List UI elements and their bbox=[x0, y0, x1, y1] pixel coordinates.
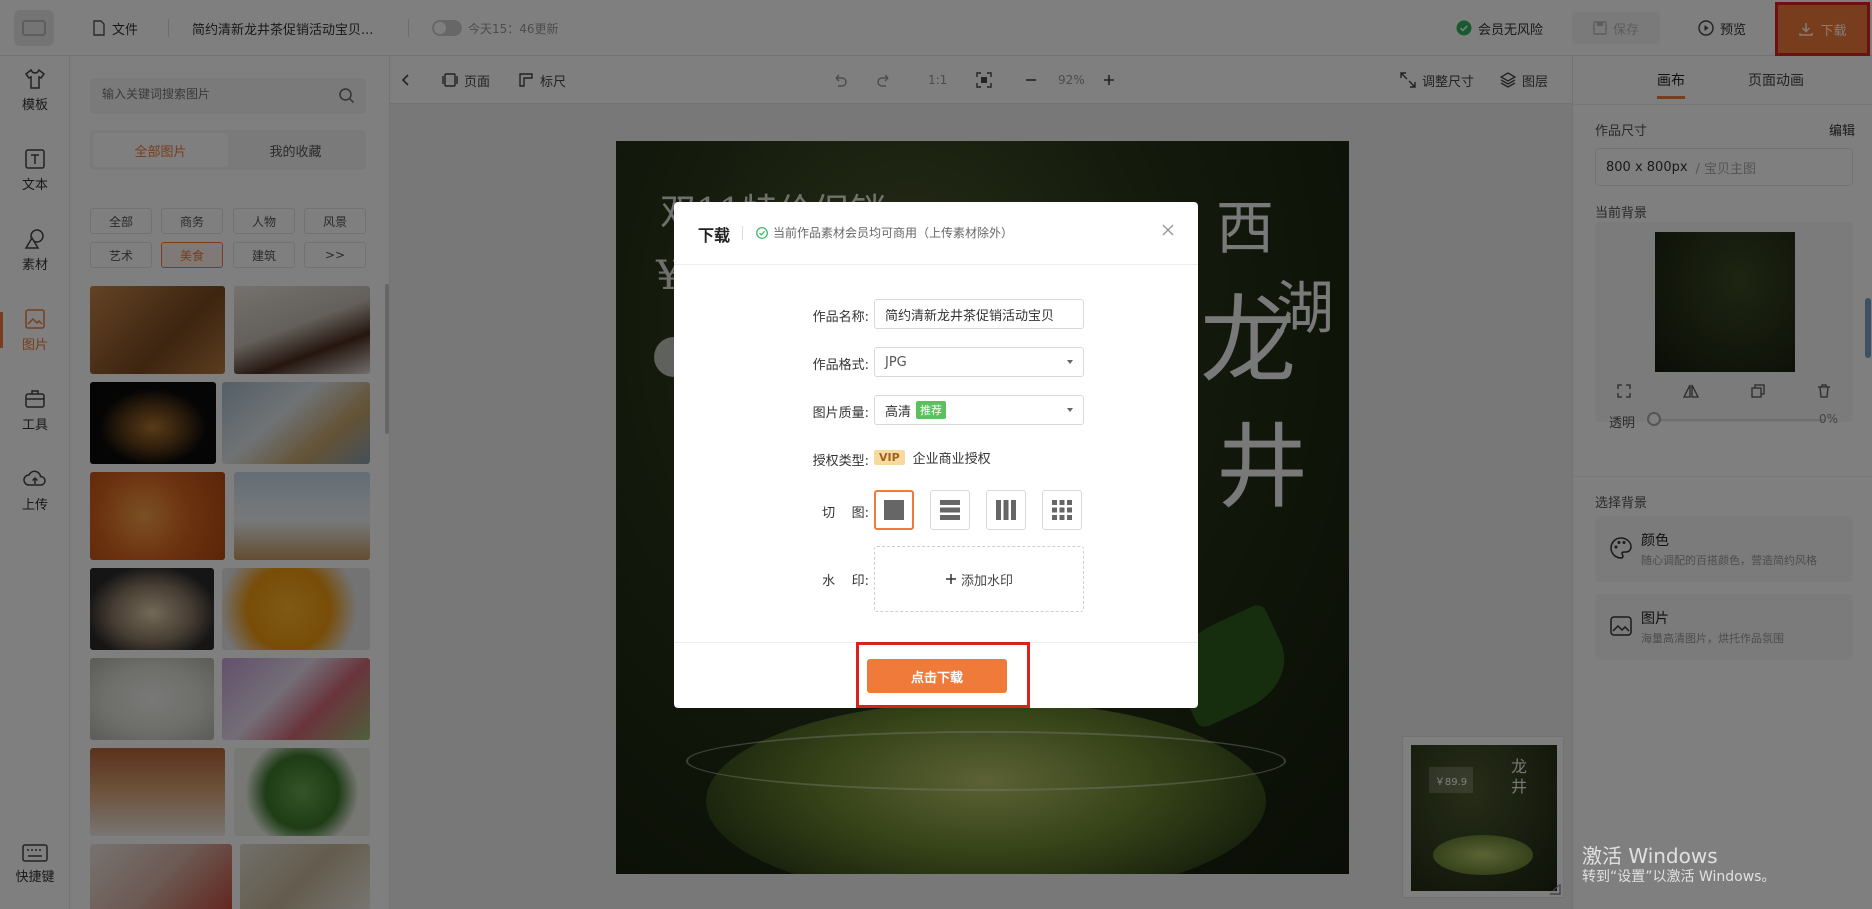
work-name-value: 简约清新龙井茶促销活动宝贝 bbox=[885, 308, 1055, 324]
add-watermark-label: 添加水印 bbox=[960, 573, 1013, 589]
vip-badge: VIP bbox=[874, 450, 905, 465]
slice-vertical-option[interactable] bbox=[986, 490, 1026, 530]
confirm-download-button[interactable]: 点击下载 bbox=[867, 659, 1007, 693]
watermark-label: 水 印: bbox=[822, 574, 869, 589]
work-name-input[interactable]: 简约清新龙井茶促销活动宝贝 bbox=[874, 299, 1084, 329]
check-circle-icon bbox=[756, 226, 768, 239]
slice-vertical-icon bbox=[996, 500, 1016, 520]
dialog-note-text: 当前作品素材会员均可商用（上传素材除外） bbox=[773, 226, 1014, 240]
chevron-down-icon bbox=[1067, 360, 1073, 364]
slice-none-option[interactable] bbox=[874, 490, 914, 530]
name-label: 作品名称: bbox=[812, 310, 869, 325]
format-select[interactable]: JPG bbox=[874, 347, 1084, 377]
os-activation-title: 激活 Windows bbox=[1582, 844, 1718, 868]
license-label: 授权类型: bbox=[812, 454, 869, 469]
slice-grid-option[interactable] bbox=[1042, 490, 1082, 530]
plus-icon bbox=[945, 574, 956, 584]
quality-value: 高清 bbox=[885, 404, 912, 420]
close-icon[interactable] bbox=[1160, 222, 1176, 238]
slice-horizontal-icon bbox=[940, 500, 960, 520]
os-activation-hint: 转到“设置”以激活 Windows。 bbox=[1582, 869, 1776, 885]
recommended-badge: 推荐 bbox=[916, 401, 947, 419]
license-info: VIP 企业商业授权 bbox=[874, 448, 991, 467]
quality-label: 图片质量: bbox=[812, 406, 869, 421]
format-label: 作品格式: bbox=[812, 358, 869, 373]
quality-select[interactable]: 高清 推荐 bbox=[874, 395, 1084, 425]
download-dialog: 下载 当前作品素材会员均可商用（上传素材除外） 作品名称: 简约清新龙井茶促销活… bbox=[674, 202, 1198, 708]
dialog-title: 下载 bbox=[698, 226, 731, 245]
format-value: JPG bbox=[885, 354, 907, 370]
slice-label: 切 图: bbox=[822, 506, 869, 521]
license-value: 企业商业授权 bbox=[912, 452, 991, 467]
divider bbox=[742, 226, 743, 240]
add-watermark-button[interactable]: 添加水印 bbox=[874, 546, 1084, 612]
chevron-down-icon bbox=[1067, 408, 1073, 412]
slice-none-icon bbox=[884, 500, 904, 520]
dialog-note: 当前作品素材会员均可商用（上传素材除外） bbox=[756, 224, 1013, 241]
divider bbox=[674, 264, 1198, 265]
slice-horizontal-option[interactable] bbox=[930, 490, 970, 530]
slice-grid-icon bbox=[1052, 500, 1072, 520]
